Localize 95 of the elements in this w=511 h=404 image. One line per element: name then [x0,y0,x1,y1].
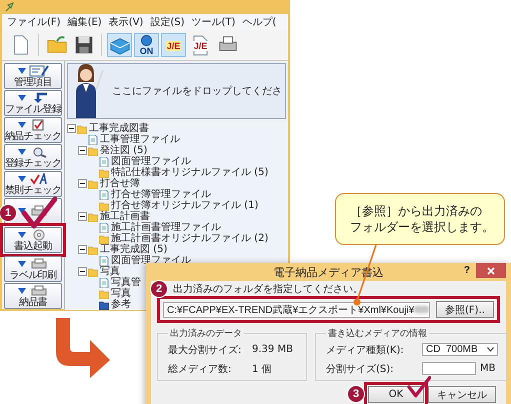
menu-item[interactable]: ファイル(F) [7,15,61,29]
expander-icon[interactable] [78,212,87,221]
tree-item[interactable]: 打合せ簿 [100,178,140,189]
split-size-field[interactable] [422,362,476,375]
drop-hint: ここにファイルをドロップしてくださ [112,84,282,98]
expander-icon[interactable] [67,124,76,133]
chevron-down-icon [487,347,494,352]
tree-item[interactable]: 打合せ簿管理ファイル [111,189,211,200]
checkmark-icon [407,375,431,399]
folder-icon [88,266,98,276]
media-type-select[interactable]: CD 700MB [422,343,498,356]
menu-item[interactable]: ヘルプ( [242,15,276,29]
dialog-button[interactable]: キャンセル [428,386,496,403]
field-label: 最大分割サイズ: [168,344,242,356]
document-icon [99,222,109,232]
dialog-button[interactable]: OK [368,386,424,403]
browse-button[interactable]: 参照(F).. [436,301,494,318]
document-icon [99,156,109,166]
expander-icon[interactable] [78,146,87,155]
group-title: 書き込むメディアの情報 [327,328,428,340]
tree-item[interactable]: 施工計画書オリジナルファイル (2) [111,233,268,244]
toolbar-button[interactable]: J/E [188,33,213,57]
tree-item[interactable]: 打合せ簿オリジナルファイル (1) [111,200,258,211]
field-value: 1 個 [252,362,272,376]
tree-item[interactable]: 工事管理ファイル [100,134,180,145]
field-label: 分割サイズ(S): [326,362,395,376]
tree-item[interactable]: 特記仕様書オリジナルファイル (5) [111,167,268,178]
step-badge: 3 [347,385,365,403]
caret-icon [18,68,26,74]
menu-item[interactable]: 編集(E) [68,15,102,29]
group-title: 出力済みのデータ [169,328,243,340]
expander-icon[interactable] [78,267,87,276]
path-field[interactable]: C:¥FCAPP¥EX-TREND武蔵¥エクスポート¥Xml¥Kouji¥ [163,302,430,318]
side-button[interactable]: 納品チェック [4,117,62,143]
tree-item[interactable]: 発注図 (5) [100,145,148,156]
field-label: 総メディア数: [168,362,232,376]
document-icon [99,190,109,200]
checkmark-icon [21,196,57,230]
check-letter-icon [28,172,48,184]
side-button[interactable]: ファイル登録 [4,90,62,116]
caret-icon [18,122,26,128]
unit-label: MB [480,363,496,374]
side-button[interactable]: 登録チェック [4,144,62,170]
app-icon [5,2,15,12]
folder-icon [46,34,68,56]
callout-text: フォルダーを選択します。 [350,219,495,235]
document-icon [88,134,98,144]
disc-icon [141,35,152,46]
caret-icon [18,176,26,182]
callout-text: ［参照］から出力済みの [350,203,483,219]
expander-icon[interactable] [78,179,87,188]
close-icon [487,266,495,274]
toolbar-button[interactable] [107,33,132,57]
help-button[interactable]: ? [464,265,470,276]
field-label: メディア種類(K): [326,344,405,356]
folder-icon [88,146,98,156]
toolbar-button[interactable]: ON [134,33,159,57]
tree-item[interactable]: 図面管理ファイル [111,156,191,167]
caret-icon [18,288,26,294]
tree-item[interactable]: 工事完成図 (5) [100,244,168,255]
step-badge: 1 [0,204,17,222]
field-value: 9.39 MB [252,344,293,355]
caret-icon [18,148,26,154]
menu-item[interactable]: 設定(S) [150,15,184,29]
instruction-text: 出力済みのフォルダを指定してください。 [173,283,363,296]
tree-item[interactable]: 参考 [111,299,131,310]
menu-item[interactable]: ツール(T) [192,15,236,29]
tree-item[interactable]: 工事完成図書 [89,123,149,134]
tree-item[interactable]: 施工計画書管理ファイル [111,222,221,233]
printer-icon [28,284,48,296]
document-icon [99,278,109,288]
side-button[interactable]: 管理項目 [4,63,62,89]
tree-item[interactable]: 写真 [100,266,120,277]
tree-item[interactable]: 施工計画書 [100,211,150,222]
tree-item[interactable]: 写真管 [111,277,141,288]
drop-area[interactable]: ここにファイルをドロップしてくださ [67,63,286,119]
close-button[interactable] [476,263,506,278]
caret-icon [18,232,26,238]
toolbar-button[interactable]: J/E [161,33,186,57]
expander-icon[interactable] [78,245,87,254]
side-button[interactable]: 書込起動 [4,227,62,253]
menu-item[interactable]: 表示(V) [108,15,144,29]
caret-icon [18,94,26,100]
side-button[interactable]: ラベル印刷 [4,256,62,282]
folder-icon [77,124,87,134]
side-button[interactable]: 禁則チェック [4,171,62,197]
side-button[interactable]: 納品書 [4,283,62,309]
printer-icon [28,205,48,217]
document-icon [99,256,109,266]
tree-item[interactable]: 写真 [111,288,131,299]
caret-icon [18,208,26,214]
printer-icon [28,258,48,270]
step-badge: 2 [150,280,168,298]
caret-icon [18,260,26,266]
list-pen-icon [28,64,48,76]
